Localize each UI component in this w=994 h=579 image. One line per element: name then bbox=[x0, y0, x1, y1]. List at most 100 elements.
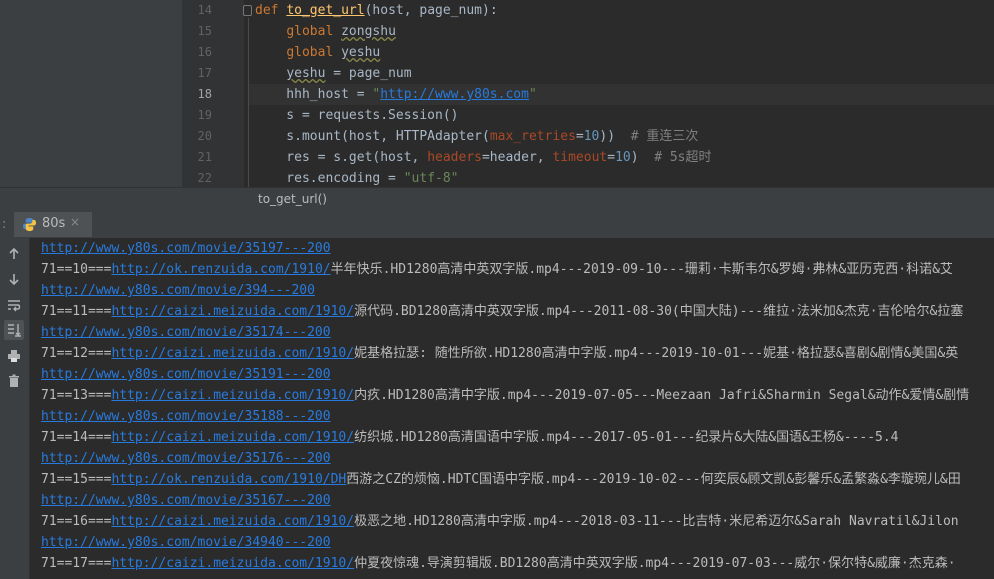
code-token: s.mount(host, HTTPAdapter( bbox=[255, 129, 490, 144]
console-text: 极恶之地.HD1280高清中字版.mp4---2018-03-11---比吉特·… bbox=[354, 514, 959, 529]
soft-wrap-icon[interactable] bbox=[4, 295, 24, 315]
code-line[interactable]: s.mount(host, HTTPAdapter(max_retries=10… bbox=[255, 126, 994, 147]
code-line[interactable]: res.encoding = "utf-8" bbox=[255, 168, 994, 189]
scroll-to-end-icon[interactable] bbox=[4, 320, 24, 340]
code-token: def bbox=[255, 3, 287, 18]
console-line: 71==17===http://caizi.meizuida.com/1910/… bbox=[41, 553, 956, 574]
run-tab-80s[interactable]: 80s × bbox=[14, 212, 92, 237]
code-token: ) bbox=[630, 150, 655, 165]
line-number: 17 bbox=[197, 66, 212, 80]
console-link[interactable]: http://caizi.meizuida.com/1910/ bbox=[111, 430, 354, 445]
console-link[interactable]: http://caizi.meizuida.com/1910/ bbox=[111, 514, 354, 529]
console-text: 71==11=== bbox=[41, 304, 112, 319]
console-line: http://www.y80s.com/movie/34940---200 bbox=[41, 532, 331, 553]
tab-overflow-indicator: : bbox=[2, 217, 7, 232]
code-token: "utf-8" bbox=[403, 171, 459, 186]
down-arrow-icon[interactable] bbox=[4, 269, 24, 289]
console-line: http://www.y80s.com/movie/35191---200 bbox=[41, 364, 331, 385]
python-icon bbox=[22, 217, 37, 232]
console-output[interactable]: http://www.y80s.com/movie/35197---200 71=… bbox=[30, 238, 994, 579]
console-link[interactable]: http://caizi.meizuida.com/1910/ bbox=[111, 346, 354, 361]
breadcrumb-bar: to_get_url() bbox=[0, 187, 994, 212]
console-line: 71==10===http://ok.renzuida.com/1910/半年快… bbox=[41, 259, 953, 280]
console-link[interactable]: http://www.y80s.com/movie/35191---200 bbox=[41, 367, 331, 382]
console-line: 71==16===http://caizi.meizuida.com/1910/… bbox=[41, 511, 959, 532]
console-line: http://www.y80s.com/movie/35188---200 bbox=[41, 406, 331, 427]
console-text: 仲夏夜惊魂.导演剪辑版.BD1280高清中英双字版.mp4---2019-07-… bbox=[354, 556, 956, 571]
console-link[interactable]: http://www.y80s.com/movie/34940---200 bbox=[41, 535, 331, 550]
code-line[interactable]: def to_get_url(host, page_num): bbox=[255, 0, 994, 21]
code-token: http://www.y80s.com bbox=[380, 87, 529, 102]
console-link[interactable]: http://www.y80s.com/movie/35197---200 bbox=[41, 241, 331, 256]
console-line: http://www.y80s.com/movie/35174---200 bbox=[41, 322, 331, 343]
console-link[interactable]: http://ok.renzuida.com/1910/DH bbox=[111, 472, 346, 487]
code-token: )) bbox=[599, 129, 631, 144]
line-number: 18 bbox=[197, 87, 212, 101]
code-editor[interactable]: 14 def to_get_url(host, page_num): 15 glob… bbox=[0, 0, 994, 187]
console-text: 源代码.BD1280高清中英双字版.mp4---2011-08-30(中国大陆)… bbox=[354, 304, 964, 319]
line-number: 20 bbox=[197, 129, 212, 143]
console-text: 西游之CZ的烦恼.HDTC国语中字版.mp4---2019-10-02---何奕… bbox=[346, 472, 961, 487]
code-token: global bbox=[286, 45, 342, 60]
code-token: # 重连三次 bbox=[630, 129, 699, 144]
code-token: = bbox=[607, 150, 616, 165]
code-line[interactable]: global zongshu bbox=[255, 21, 994, 42]
console-text: 妮基格拉瑟: 随性所欲.HD1280高清中字版.mp4---2019-10-01… bbox=[354, 346, 959, 361]
code-line[interactable]: s = requests.Session() bbox=[255, 105, 994, 126]
run-tab-label: 80s bbox=[42, 216, 66, 231]
console-line: http://www.y80s.com/movie/394---200 bbox=[41, 280, 315, 301]
console-line: http://www.y80s.com/movie/35197---200 bbox=[41, 238, 331, 259]
console-line: 71==13===http://caizi.meizuida.com/1910/… bbox=[41, 385, 969, 406]
console-line: 71==14===http://caizi.meizuida.com/1910/… bbox=[41, 427, 899, 448]
code-line[interactable]: res = s.get(host, headers=header, timeou… bbox=[255, 147, 994, 168]
code-line[interactable]: yeshu = page_num bbox=[255, 63, 994, 84]
code-token: " bbox=[528, 87, 537, 102]
code-line[interactable]: hhh_host = "http://www.y80s.com" bbox=[249, 84, 994, 105]
console-link[interactable]: http://www.y80s.com/movie/35167---200 bbox=[41, 493, 331, 508]
console-text: 内疚.HD1280高清中字版.mp4---2019-07-05---Meezaa… bbox=[354, 388, 970, 403]
code-token: 10 bbox=[583, 129, 600, 144]
console-line: http://www.y80s.com/movie/35167---200 bbox=[41, 490, 331, 511]
console-text: 71==10=== bbox=[41, 262, 112, 277]
console-link[interactable]: http://caizi.meizuida.com/1910/ bbox=[111, 304, 354, 319]
console-link[interactable]: http://www.y80s.com/movie/394---200 bbox=[41, 283, 315, 298]
code-token: res.encoding = bbox=[255, 171, 404, 186]
code-token: hhh_host = bbox=[255, 87, 373, 102]
console-line: 71==11===http://caizi.meizuida.com/1910/… bbox=[41, 301, 963, 322]
code-token: yeshu bbox=[286, 66, 326, 81]
code-token: to_get_url bbox=[286, 3, 365, 18]
console-text: 71==15=== bbox=[41, 472, 112, 487]
code-token: headers bbox=[427, 150, 482, 165]
up-arrow-icon[interactable] bbox=[4, 244, 24, 264]
line-number: 21 bbox=[197, 150, 212, 164]
close-icon[interactable]: × bbox=[70, 215, 80, 229]
line-number: 15 bbox=[197, 24, 212, 38]
line-number: 14 bbox=[197, 3, 212, 17]
console-link[interactable]: http://ok.renzuida.com/1910/ bbox=[111, 262, 330, 277]
line-number: 16 bbox=[197, 45, 212, 59]
console-text: 71==12=== bbox=[41, 346, 112, 361]
code-token: 10 bbox=[615, 150, 631, 165]
console-link[interactable]: http://www.y80s.com/movie/35174---200 bbox=[41, 325, 331, 340]
console-link[interactable]: http://www.y80s.com/movie/35188---200 bbox=[41, 409, 331, 424]
console-text: 71==13=== bbox=[41, 388, 112, 403]
fold-marker-icon[interactable] bbox=[243, 5, 252, 16]
console-line: 71==15===http://ok.renzuida.com/1910/DH西… bbox=[41, 469, 961, 490]
console-link[interactable]: http://caizi.meizuida.com/1910/ bbox=[111, 388, 354, 403]
run-tab-bar: : 80s × bbox=[0, 212, 994, 239]
line-number: 22 bbox=[197, 171, 212, 185]
console-link[interactable]: http://www.y80s.com/movie/35176---200 bbox=[41, 451, 331, 466]
code-token: =header, bbox=[481, 150, 553, 165]
console-link[interactable]: http://caizi.meizuida.com/1910/ bbox=[111, 556, 354, 571]
code-token: zongshu bbox=[341, 24, 396, 39]
code-token: # 5s超时 bbox=[654, 150, 712, 165]
console-text: 纺织城.HD1280高清国语中字版.mp4---2017-05-01---纪录片… bbox=[354, 430, 899, 445]
code-line[interactable]: global yeshu bbox=[255, 42, 994, 63]
print-icon[interactable] bbox=[4, 346, 24, 366]
trash-icon[interactable] bbox=[4, 371, 24, 391]
console-text: 71==14=== bbox=[41, 430, 112, 445]
console-text: 半年快乐.HD1280高清中英双字版.mp4---2019-09-10---珊莉… bbox=[330, 262, 953, 277]
line-number: 19 bbox=[197, 108, 212, 122]
breadcrumb[interactable]: to_get_url() bbox=[258, 192, 327, 206]
